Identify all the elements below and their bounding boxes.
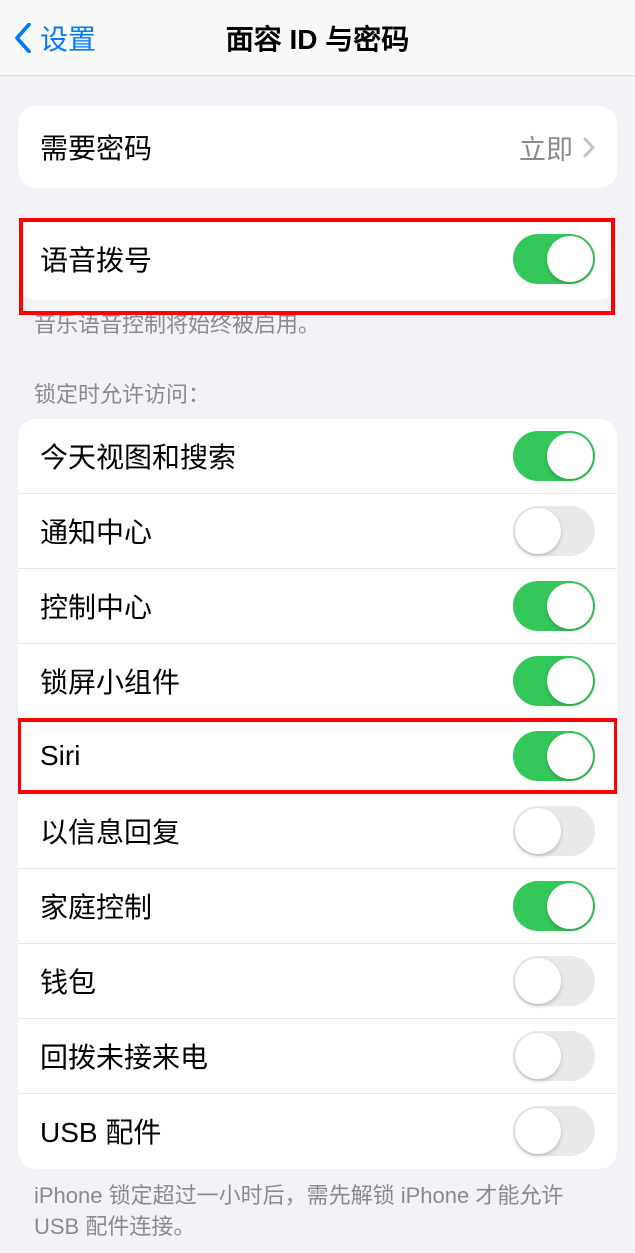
chevron-right-icon <box>583 137 595 158</box>
lock-item-toggle[interactable] <box>513 956 595 1006</box>
toggle-knob <box>515 958 561 1004</box>
lock-item-row: 锁屏小组件 <box>18 644 617 719</box>
lock-item-row: 以信息回复 <box>18 794 617 869</box>
require-passcode-value: 立即 <box>519 128 573 167</box>
voice-dial-label: 语音拨号 <box>40 239 513 279</box>
lock-item-row: 今天视图和搜索 <box>18 419 617 494</box>
lock-item-row: 控制中心 <box>18 569 617 644</box>
lock-item-label: 以信息回复 <box>40 811 513 851</box>
allow-access-header: 锁定时允许访问： <box>0 341 635 419</box>
lock-item-row: 回拨未接来电 <box>18 1019 617 1094</box>
lock-item-label: 回拨未接来电 <box>40 1036 513 1076</box>
voice-dial-footer: 音乐语音控制将始终被启用。 <box>0 300 635 341</box>
toggle-knob <box>547 433 593 479</box>
lock-item-row: Siri <box>18 719 617 794</box>
voice-dial-row: 语音拨号 <box>18 218 617 300</box>
lock-item-label: 锁屏小组件 <box>40 661 513 701</box>
lock-item-row: 钱包 <box>18 944 617 1019</box>
lock-item-label: 通知中心 <box>40 511 513 551</box>
navbar: 设置 面容 ID 与密码 <box>0 0 635 76</box>
lock-item-label: 家庭控制 <box>40 886 513 926</box>
lock-item-label: 钱包 <box>40 961 513 1001</box>
chevron-left-icon <box>14 23 32 53</box>
toggle-knob <box>547 883 593 929</box>
lock-item-toggle[interactable] <box>513 581 595 631</box>
lock-item-toggle[interactable] <box>513 1031 595 1081</box>
voice-dial-group: 语音拨号 <box>18 218 617 300</box>
toggle-knob <box>515 1108 561 1154</box>
toggle-knob <box>547 583 593 629</box>
lock-item-label: Siri <box>40 740 513 772</box>
lock-item-label: 今天视图和搜索 <box>40 436 513 476</box>
back-button[interactable]: 设置 <box>0 18 96 58</box>
toggle-knob <box>547 733 593 779</box>
lock-item-toggle[interactable] <box>513 806 595 856</box>
page-title: 面容 ID 与密码 <box>226 18 410 58</box>
lock-item-row: 家庭控制 <box>18 869 617 944</box>
lock-item-toggle[interactable] <box>513 656 595 706</box>
toggle-knob <box>515 1033 561 1079</box>
toggle-knob <box>547 658 593 704</box>
lock-item-row: USB 配件 <box>18 1094 617 1169</box>
lock-item-toggle[interactable] <box>513 1106 595 1156</box>
toggle-knob <box>547 236 593 282</box>
lock-item-toggle[interactable] <box>513 431 595 481</box>
lock-item-row: 通知中心 <box>18 494 617 569</box>
toggle-knob <box>515 508 561 554</box>
voice-dial-highlight-wrapper: 语音拨号 <box>0 218 635 300</box>
back-label: 设置 <box>40 18 96 58</box>
lock-item-label: 控制中心 <box>40 586 513 626</box>
require-passcode-label: 需要密码 <box>40 127 519 167</box>
allow-access-group: 今天视图和搜索通知中心控制中心锁屏小组件 Siri 以信息回复家庭控制钱包回拨未接来… <box>18 419 617 1169</box>
lock-item-toggle[interactable] <box>513 881 595 931</box>
voice-dial-toggle[interactable] <box>513 234 595 284</box>
toggle-knob <box>515 808 561 854</box>
lock-item-toggle[interactable] <box>513 731 595 781</box>
require-passcode-row[interactable]: 需要密码 立即 <box>18 106 617 188</box>
usb-footer: iPhone 锁定超过一小时后，需先解锁 iPhone 才能允许 USB 配件连… <box>0 1169 635 1243</box>
lock-item-label: USB 配件 <box>40 1111 513 1151</box>
require-passcode-group: 需要密码 立即 <box>18 106 617 188</box>
lock-item-toggle[interactable] <box>513 506 595 556</box>
